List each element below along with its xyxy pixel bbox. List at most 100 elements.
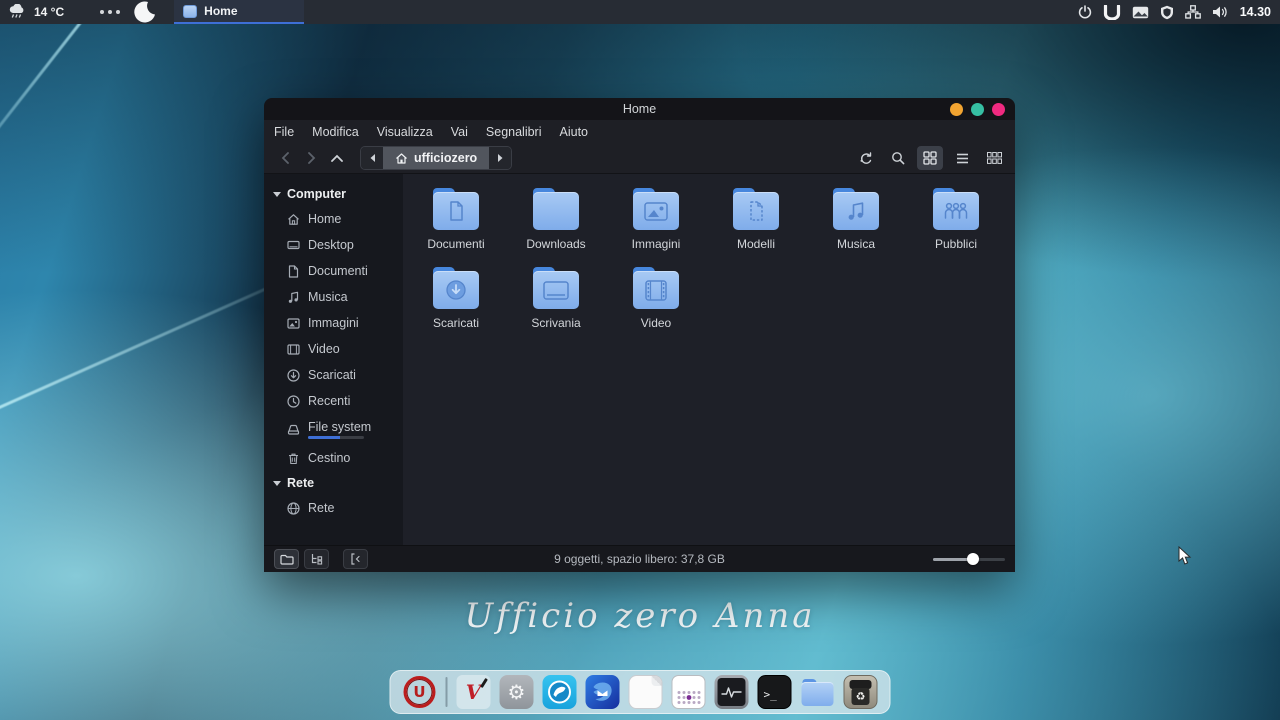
file-item-scrivania[interactable]: Scrivania (506, 267, 606, 330)
sidebar-item-label: Desktop (308, 238, 354, 252)
chevron-down-icon (273, 192, 281, 197)
panel-menu-dots[interactable] (100, 10, 120, 14)
file-item-scaricati[interactable]: Scaricati (406, 267, 506, 330)
file-label: Scaricati (433, 316, 479, 330)
file-item-documenti[interactable]: Documenti (406, 188, 506, 251)
v-pen-app-icon[interactable]: V (457, 675, 491, 709)
menu-visualizza[interactable]: Visualizza (377, 125, 433, 139)
file-item-downloads[interactable]: Downloads (506, 188, 606, 251)
sidebar-section-label: Computer (287, 187, 346, 201)
librewolf-browser-icon[interactable] (543, 675, 577, 709)
sidebar-item-label: Rete (308, 501, 334, 515)
sidebar-item-scaricati[interactable]: Scaricati (264, 362, 403, 388)
wallpaper-icon[interactable] (1132, 6, 1149, 19)
panel-clock[interactable]: 14.30 (1240, 5, 1271, 19)
list-view-icon[interactable] (949, 146, 975, 170)
compact-view-icon[interactable] (981, 146, 1007, 170)
sidebar-item-label: File system (308, 420, 371, 434)
minimize-button[interactable] (950, 103, 963, 116)
treeview-icon[interactable] (304, 549, 329, 569)
window-title: Home (264, 102, 1015, 116)
display-icon (287, 239, 300, 252)
home-icon (395, 152, 408, 165)
window-titlebar[interactable]: Home (264, 98, 1015, 120)
volume-icon[interactable] (1212, 5, 1229, 19)
file-label: Scrivania (531, 316, 580, 330)
refresh-icon[interactable] (853, 146, 879, 170)
trash-bin-icon[interactable]: ♻ (844, 675, 878, 709)
power-icon[interactable] (1078, 5, 1092, 19)
network-icon[interactable] (1185, 5, 1201, 19)
system-monitor-icon[interactable] (715, 675, 749, 709)
sidebar-item-desktop[interactable]: Desktop (264, 232, 403, 258)
taskbar-item-home[interactable]: Home (174, 0, 304, 24)
sidebar-item-home[interactable]: Home (264, 206, 403, 232)
file-label: Downloads (526, 237, 585, 251)
menu-file[interactable]: File (274, 125, 294, 139)
breadcrumb-next-icon[interactable] (489, 147, 511, 169)
sidebar-item-label: Documenti (308, 264, 368, 278)
sidebar-item-video[interactable]: Video (264, 336, 403, 362)
document-icon (287, 265, 300, 278)
sidebar-item-label: Scaricati (308, 368, 356, 382)
grid-view-icon[interactable] (917, 146, 943, 170)
maximize-button[interactable] (971, 103, 984, 116)
trash-icon (287, 452, 300, 465)
thunderbird-mail-icon[interactable] (586, 675, 620, 709)
menubar: File Modifica Visualizza Vai Segnalibri … (264, 120, 1015, 143)
settings-gear-icon[interactable]: ⚙ (500, 675, 534, 709)
dock: U V ⚙ (390, 670, 891, 714)
back-icon[interactable] (272, 146, 298, 170)
sidebar-item-immagini[interactable]: Immagini (264, 310, 403, 336)
home-icon (287, 213, 300, 226)
file-label: Documenti (427, 237, 484, 251)
rain-cloud-icon[interactable] (8, 4, 28, 20)
forward-icon[interactable] (298, 146, 324, 170)
folder-window-icon (183, 5, 197, 18)
sidebar-item-file-system[interactable]: File system (264, 414, 403, 445)
menu-vai[interactable]: Vai (451, 125, 468, 139)
download-icon (287, 369, 300, 382)
zoom-slider-knob[interactable] (967, 553, 979, 565)
terminal-icon[interactable]: >_ (758, 675, 792, 709)
file-item-musica[interactable]: Musica (806, 188, 906, 251)
status-text: 9 oggetti, spazio libero: 37,8 GB (264, 552, 1015, 566)
menu-aiuto[interactable]: Aiuto (560, 125, 589, 139)
sidebar-section-computer[interactable]: Computer (264, 182, 403, 206)
calendar-icon[interactable] (672, 675, 706, 709)
menu-segnalibri[interactable]: Segnalibri (486, 125, 542, 139)
ufficiozero-logo-icon[interactable] (1103, 5, 1121, 20)
file-view[interactable]: Documenti Downloads Immagini Modell (403, 174, 1015, 545)
sidebar-section-label: Rete (287, 476, 314, 490)
file-item-video[interactable]: Video (606, 267, 706, 330)
sidebar-item-recenti[interactable]: Recenti (264, 388, 403, 414)
sidebar-item-cestino[interactable]: Cestino (264, 445, 403, 471)
sidebar-item-rete[interactable]: Rete (264, 495, 403, 521)
shield-icon[interactable] (1160, 5, 1174, 20)
text-editor-icon[interactable] (629, 675, 663, 709)
folder-templates-icon (731, 188, 781, 230)
moon-icon[interactable] (134, 1, 156, 23)
statusbar: 9 oggetti, spazio libero: 37,8 GB (264, 545, 1015, 572)
sidebar-item-label: Musica (308, 290, 348, 304)
search-icon[interactable] (885, 146, 911, 170)
close-button[interactable] (992, 103, 1005, 116)
folder-desktop-icon (531, 267, 581, 309)
breadcrumb-prev-icon[interactable] (361, 147, 383, 169)
hide-sidebar-icon[interactable] (343, 549, 368, 569)
breadcrumb-segment-home[interactable]: ufficiozero (383, 147, 489, 169)
sidebar-item-musica[interactable]: Musica (264, 284, 403, 310)
zoom-slider[interactable] (933, 552, 1005, 566)
file-item-pubblici[interactable]: Pubblici (906, 188, 1006, 251)
folder-videos-icon (631, 267, 681, 309)
up-icon[interactable] (324, 146, 350, 170)
file-manager-icon[interactable] (801, 675, 835, 709)
file-item-immagini[interactable]: Immagini (606, 188, 706, 251)
sidebar-section-rete[interactable]: Rete (264, 471, 403, 495)
weather-temperature[interactable]: 14 °C (34, 5, 64, 19)
menu-modifica[interactable]: Modifica (312, 125, 359, 139)
sidebar-item-documenti[interactable]: Documenti (264, 258, 403, 284)
file-item-modelli[interactable]: Modelli (706, 188, 806, 251)
ufficiozero-menu-icon[interactable]: U (403, 675, 437, 709)
places-icon[interactable] (274, 549, 299, 569)
